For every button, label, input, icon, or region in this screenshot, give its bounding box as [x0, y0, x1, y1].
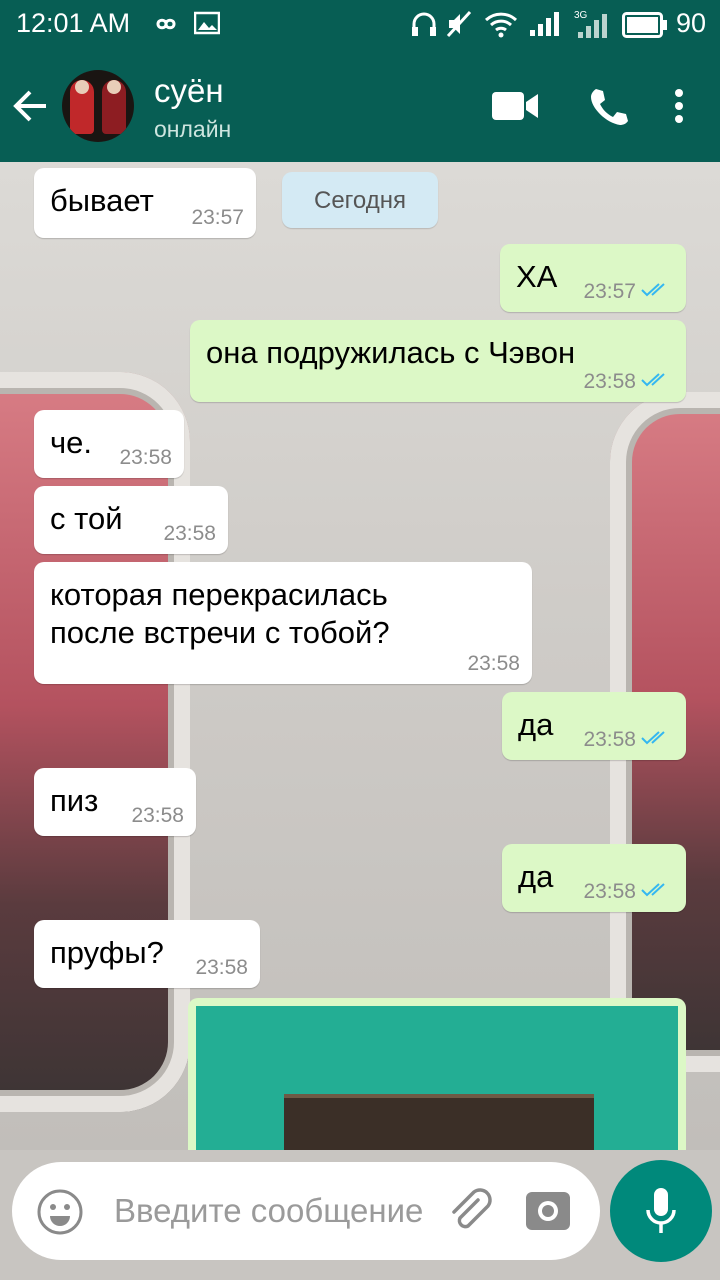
- message-time: 23:58: [583, 370, 636, 393]
- status-time: 12:01 AM: [16, 8, 131, 38]
- image-thumbnail[interactable]: [196, 1006, 678, 1150]
- battery-level: 90: [675, 8, 706, 38]
- date-separator: Сегодня: [282, 172, 438, 228]
- message-time: 23:58: [119, 446, 172, 469]
- image-message[interactable]: [188, 998, 686, 1150]
- message-text: она подружилась с Чэвон: [206, 335, 576, 370]
- chat-header: суён онлайн: [0, 50, 720, 162]
- message-time: 23:58: [131, 804, 184, 827]
- message-time: 23:58: [195, 956, 248, 979]
- camera-icon[interactable]: [524, 1188, 572, 1239]
- image-icon: [193, 10, 221, 41]
- avatar[interactable]: [62, 70, 134, 142]
- emoji-icon[interactable]: [36, 1188, 84, 1241]
- message-bubble-out[interactable]: да 23:58: [502, 844, 686, 912]
- signal-icon: [528, 10, 564, 43]
- message-time: 23:57: [191, 206, 244, 229]
- message-bubble-in[interactable]: пиз 23:58: [34, 768, 196, 836]
- message-bubble-out[interactable]: ХА 23:57: [500, 244, 686, 312]
- message-placeholder: Введите сообщение: [114, 1192, 424, 1229]
- attach-icon[interactable]: [444, 1186, 494, 1241]
- message-bubble-in[interactable]: пруфы? 23:58: [34, 920, 260, 988]
- svg-text:3G: 3G: [574, 10, 588, 21]
- battery-icon: [622, 12, 668, 43]
- message-time: 23:57: [583, 280, 636, 303]
- input-bar: Введите сообщение: [0, 1150, 720, 1280]
- back-arrow-icon[interactable]: [10, 86, 50, 131]
- more-vert-icon[interactable]: [672, 88, 686, 129]
- message-text: пиз: [50, 783, 99, 818]
- message-text: пруфы?: [50, 935, 164, 970]
- phone-icon[interactable]: [588, 86, 628, 131]
- message-time: 23:58: [583, 880, 636, 903]
- wifi-icon: [484, 10, 518, 43]
- wallpaper-window-left: [0, 372, 190, 1112]
- message-text: че.: [50, 425, 93, 460]
- message-text: ХА: [516, 259, 558, 294]
- headphones-icon: [410, 10, 438, 43]
- message-bubble-in[interactable]: с той 23:58: [34, 486, 228, 554]
- contact-status: онлайн: [154, 116, 232, 142]
- message-bubble-in[interactable]: бывает 23:57: [34, 168, 256, 238]
- message-bubble-out[interactable]: она подружилась с Чэвон 23:58: [190, 320, 686, 402]
- message-text: да: [518, 859, 554, 894]
- message-bubble-out[interactable]: да 23:58: [502, 692, 686, 760]
- message-text: бывает: [50, 183, 154, 218]
- video-call-icon[interactable]: [492, 90, 540, 127]
- message-text: которая перекрасилась после встречи с то…: [50, 577, 390, 650]
- message-time: 23:58: [467, 652, 520, 675]
- message-time: 23:58: [163, 522, 216, 545]
- message-bubble-in[interactable]: которая перекрасилась после встречи с то…: [34, 562, 532, 684]
- mic-button[interactable]: [610, 1160, 712, 1262]
- status-bar: 12:01 AM 3G 90: [0, 0, 720, 50]
- contact-name[interactable]: суён: [154, 72, 224, 110]
- mute-icon: [446, 10, 472, 43]
- mic-icon: [645, 1186, 677, 1241]
- double-check-icon: [640, 880, 674, 904]
- message-input[interactable]: Введите сообщение: [12, 1162, 600, 1260]
- message-text: с той: [50, 501, 123, 536]
- message-time: 23:58: [583, 728, 636, 751]
- infinity-icon: [148, 10, 184, 43]
- double-check-icon: [640, 728, 674, 752]
- message-bubble-in[interactable]: че. 23:58: [34, 410, 184, 478]
- message-text: да: [518, 707, 554, 742]
- double-check-icon: [640, 370, 674, 394]
- double-check-icon: [640, 280, 674, 304]
- chat-area[interactable]: Сегодня бывает 23:57 ХА 23:57 она подруж…: [0, 162, 720, 1150]
- signal-3g-icon: 3G: [574, 8, 614, 45]
